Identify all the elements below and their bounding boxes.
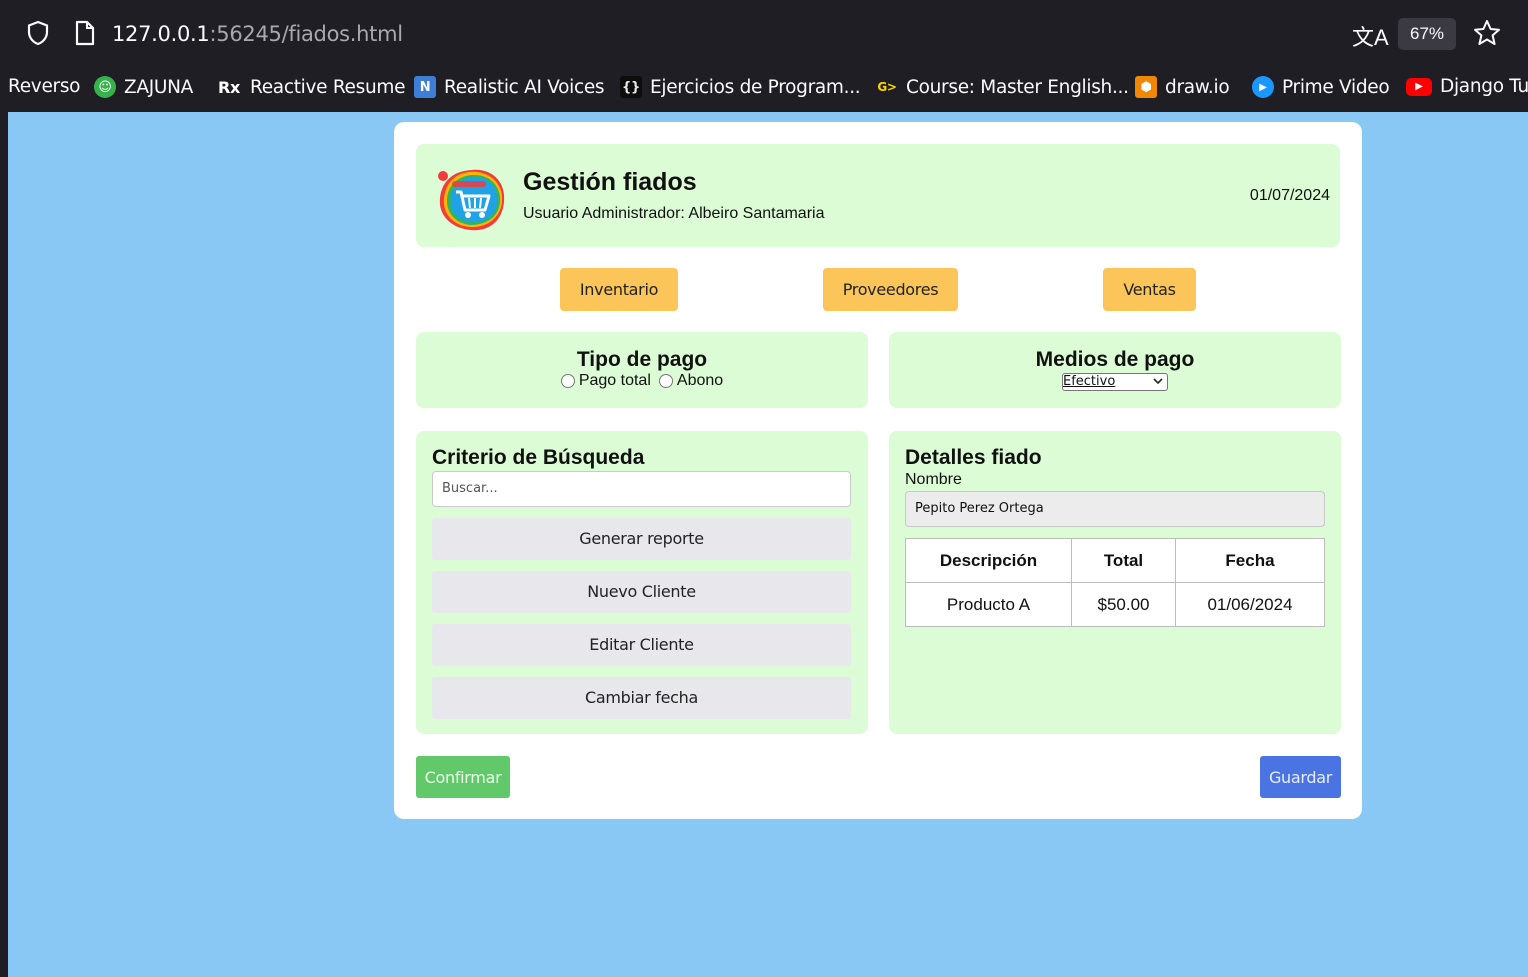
inventario-button[interactable]: Inventario — [560, 268, 678, 311]
detalles-title: Detalles fiado — [905, 446, 1042, 469]
course-icon: G> — [877, 80, 897, 94]
cambiar-fecha-button[interactable]: Cambiar fecha — [432, 677, 851, 719]
abono-radio[interactable] — [658, 374, 673, 388]
medios-pago-panel: Medios de pago Efectivo — [889, 332, 1341, 408]
criterio-title: Criterio de Búsqueda — [432, 446, 645, 469]
bookmark-label: draw.io — [1165, 76, 1230, 98]
column-header-fecha: Fecha — [1175, 538, 1325, 583]
url-host: 127.0.0.1 — [112, 22, 210, 46]
braces-icon: {} — [620, 76, 642, 98]
youtube-icon: ▶ — [1406, 77, 1432, 96]
tipo-pago-options: Pago total Abono — [416, 372, 868, 390]
bookmark-label: Ejercicios de Program... — [650, 76, 861, 98]
medios-pago-title: Medios de pago — [1035, 348, 1195, 371]
bookmark-label: Realistic AI Voices — [444, 76, 605, 98]
nombre-field[interactable]: Pepito Perez Ortega — [905, 491, 1325, 527]
bookmark-star-icon[interactable] — [1472, 18, 1502, 48]
prime-video-icon: ▶ — [1252, 76, 1274, 98]
bookmark-label: Reverso — [8, 76, 81, 97]
bookmark-label: ZAJUNA — [124, 76, 194, 98]
bookmark-label: Django Tu — [1440, 76, 1528, 97]
pago-total-label[interactable]: Pago total — [579, 372, 651, 390]
confirmar-button[interactable]: Confirmar — [416, 756, 510, 798]
bookmarks-bar: Reverso ☺ ZAJUNA Rx Reactive Resume N Re… — [8, 62, 1528, 112]
cell-descripcion: Producto A — [905, 582, 1072, 627]
bookmark-course[interactable]: G> Course: Master English... — [876, 76, 1129, 98]
detalles-fiado-panel: Detalles fiado Nombre Pepito Perez Orteg… — [889, 431, 1341, 734]
abono-label[interactable]: Abono — [677, 372, 723, 390]
proveedores-button[interactable]: Proveedores — [823, 268, 958, 311]
main-card: Gestión fiados Usuario Administrador: Al… — [394, 122, 1362, 819]
bookmark-realistic-ai-voices[interactable]: N Realistic AI Voices — [414, 76, 605, 98]
admin-user-label: Usuario Administrador: Albeiro Santamari… — [523, 205, 825, 222]
chevron-down-icon — [1153, 378, 1163, 385]
browser-urlbar: 127.0.0.1:56245/fiados.html 文A 67% — [8, 6, 1528, 58]
page-header: Gestión fiados Usuario Administrador: Al… — [416, 144, 1340, 247]
page-title: Gestión fiados — [523, 168, 697, 196]
page-icon[interactable] — [74, 20, 96, 46]
table-row[interactable]: Producto A $50.00 01/06/2024 — [905, 582, 1325, 627]
header-date: 01/07/2024 — [1249, 187, 1330, 204]
bookmark-django[interactable]: ▶ Django Tu — [1406, 76, 1528, 97]
criterio-busqueda-panel: Criterio de Búsqueda Buscar... Generar r… — [416, 431, 868, 734]
tipo-pago-title: Tipo de pago — [576, 348, 708, 371]
search-input[interactable]: Buscar... — [432, 471, 851, 507]
shopping-cart-logo-icon — [438, 169, 505, 231]
column-header-descripcion: Descripción — [905, 538, 1072, 583]
page-viewport: Gestión fiados Usuario Administrador: Al… — [8, 112, 1528, 977]
fiado-table: Descripción Total Fecha Producto A $50.0… — [905, 538, 1325, 627]
bookmark-zajuna[interactable]: ☺ ZAJUNA — [94, 76, 193, 98]
medios-pago-select[interactable]: Efectivo — [1062, 372, 1168, 391]
medios-pago-selected: Efectivo — [1063, 374, 1116, 389]
bookmark-reactive-resume[interactable]: Rx Reactive Resume — [216, 76, 406, 98]
editar-cliente-button[interactable]: Editar Cliente — [432, 624, 851, 666]
translate-icon[interactable]: 文A — [1352, 20, 1389, 52]
zajuna-icon: ☺ — [94, 76, 116, 98]
column-header-total: Total — [1071, 538, 1176, 583]
drawio-icon: ⬢ — [1135, 76, 1157, 98]
zoom-level[interactable]: 67% — [1398, 18, 1456, 50]
n-icon: N — [414, 76, 436, 98]
nuevo-cliente-button[interactable]: Nuevo Cliente — [432, 571, 851, 613]
pago-total-radio[interactable] — [560, 374, 575, 388]
bookmark-label: Course: Master English... — [906, 76, 1129, 98]
bookmark-drawio[interactable]: ⬢ draw.io — [1135, 76, 1230, 98]
bookmark-label: Prime Video — [1282, 76, 1390, 98]
cell-fecha: 01/06/2024 — [1175, 582, 1325, 627]
shield-icon[interactable] — [26, 20, 50, 46]
bookmark-prime-video[interactable]: ▶ Prime Video — [1252, 76, 1390, 98]
rx-icon: Rx — [217, 77, 241, 97]
guardar-button[interactable]: Guardar — [1260, 756, 1341, 798]
bookmark-reverso[interactable]: Reverso — [8, 76, 81, 97]
tipo-pago-panel: Tipo de pago Pago total Abono — [416, 332, 868, 408]
cell-total: $50.00 — [1071, 582, 1176, 627]
bookmark-ejercicios[interactable]: {} Ejercicios de Program... — [620, 76, 861, 98]
bookmark-label: Reactive Resume — [250, 76, 406, 98]
url-path: :56245/fiados.html — [209, 22, 404, 46]
url-field[interactable]: 127.0.0.1:56245/fiados.html — [112, 22, 403, 46]
generar-reporte-button[interactable]: Generar reporte — [432, 518, 851, 560]
table-header-row: Descripción Total Fecha — [905, 538, 1325, 583]
nombre-label: Nombre — [905, 471, 962, 488]
ventas-button[interactable]: Ventas — [1103, 268, 1196, 311]
